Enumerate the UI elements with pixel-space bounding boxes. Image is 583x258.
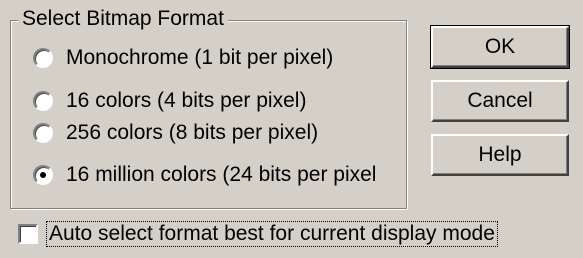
group-title: Select Bitmap Format <box>18 6 228 32</box>
auto-select-label: Auto select format best for current disp… <box>46 221 498 247</box>
radio-button[interactable] <box>33 48 53 68</box>
radio-button[interactable] <box>33 91 53 111</box>
radio-label: 16 million colors (24 bits per pixel <box>66 163 377 186</box>
radio-option-16-million-colors[interactable]: 16 million colors (24 bits per pixel <box>33 160 376 190</box>
radio-label: Monochrome (1 bit per pixel) <box>66 46 334 69</box>
radio-label: 16 colors (4 bits per pixel) <box>66 89 307 112</box>
help-button[interactable]: Help <box>431 134 569 176</box>
radio-option-monochrome[interactable]: Monochrome (1 bit per pixel) <box>33 43 333 73</box>
auto-select-checkbox-row[interactable]: Auto select format best for current disp… <box>18 219 498 249</box>
radio-button-selected[interactable] <box>33 165 53 185</box>
radio-option-16-colors[interactable]: 16 colors (4 bits per pixel) <box>33 86 306 116</box>
auto-select-checkbox[interactable] <box>18 224 38 244</box>
radio-button[interactable] <box>33 123 53 143</box>
ok-button[interactable]: OK <box>430 25 570 69</box>
radio-label: 256 colors (8 bits per pixel) <box>66 121 319 144</box>
cancel-button[interactable]: Cancel <box>431 80 569 122</box>
radio-option-256-colors[interactable]: 256 colors (8 bits per pixel) <box>33 118 318 148</box>
